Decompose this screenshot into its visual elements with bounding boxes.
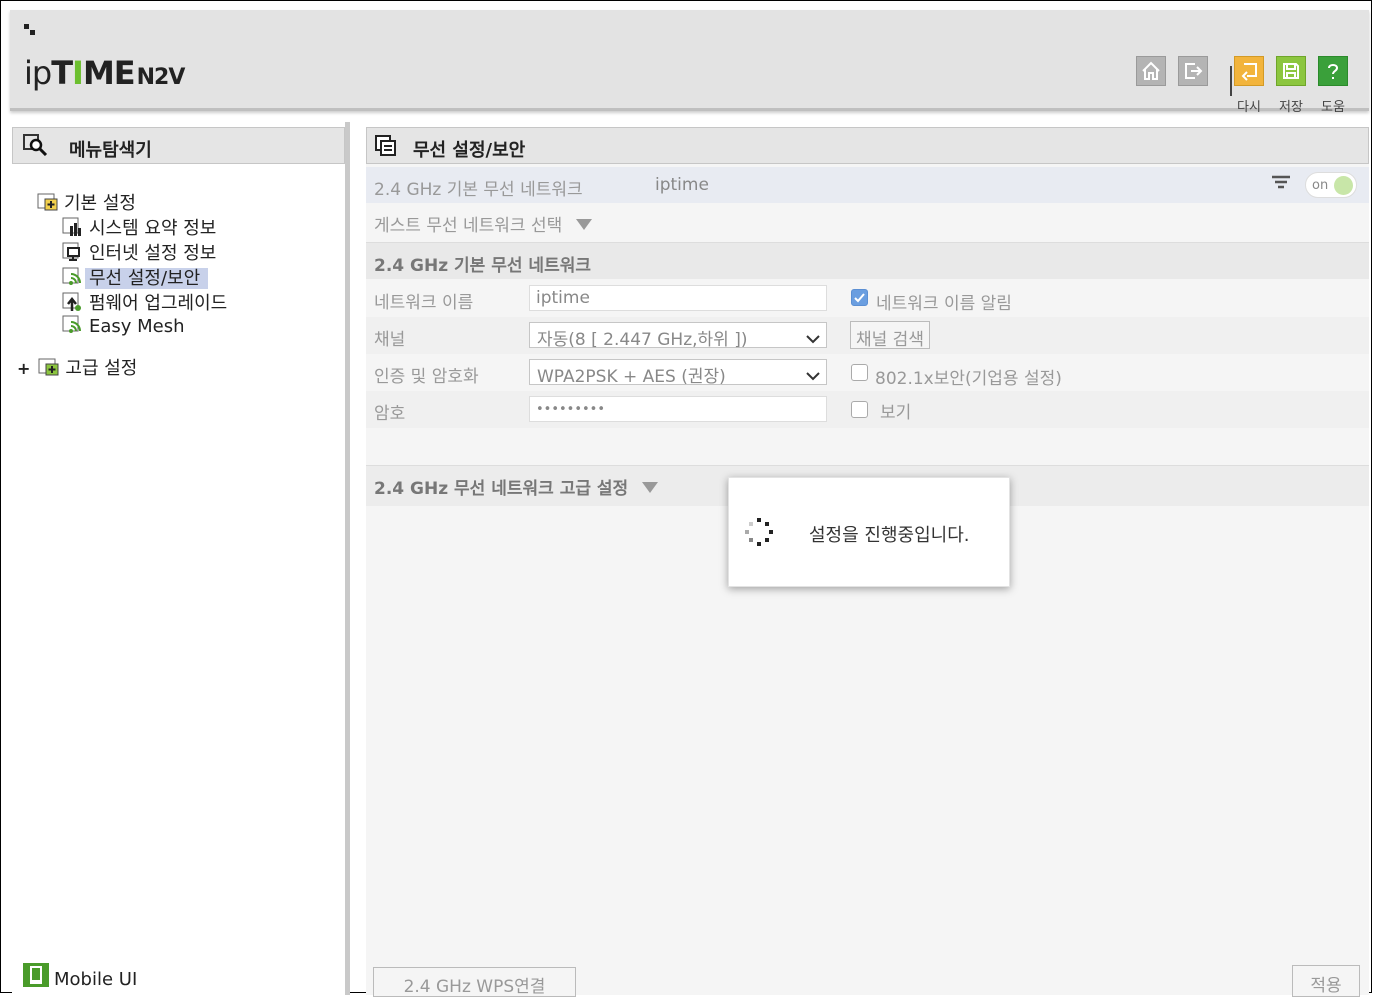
mobile-icon bbox=[23, 963, 49, 987]
logo-mark bbox=[24, 24, 44, 44]
network-name-input[interactable]: iptime bbox=[529, 285, 827, 311]
logout-button[interactable] bbox=[1178, 56, 1208, 86]
auth-select[interactable]: WPA2PSK + AES (권장) bbox=[529, 359, 827, 387]
password-row: 암호 ••••••••• 보기 bbox=[366, 391, 1369, 428]
sidebar-splitter[interactable] bbox=[345, 122, 350, 995]
main-header: 무선 설정/보안 bbox=[366, 127, 1369, 164]
show-password-label: 보기 bbox=[880, 403, 912, 423]
save-button[interactable] bbox=[1276, 56, 1306, 86]
help-icon bbox=[1328, 64, 1339, 79]
wireless-toggle[interactable]: on bbox=[1305, 172, 1357, 198]
tree-item-internet-info[interactable]: 인터넷 설정 정보 bbox=[62, 239, 216, 265]
header-separator bbox=[1230, 66, 1232, 96]
expand-toggle[interactable]: + bbox=[17, 359, 30, 378]
toggle-knob bbox=[1334, 176, 1353, 195]
search-icon bbox=[23, 134, 49, 160]
logout-icon bbox=[1185, 63, 1203, 79]
mobile-ui-link[interactable]: Mobile UI bbox=[22, 962, 137, 990]
retry-button[interactable] bbox=[1234, 56, 1264, 86]
password-input[interactable]: ••••••••• bbox=[529, 396, 827, 422]
tree-item-system-summary[interactable]: 시스템 요약 정보 bbox=[62, 214, 216, 240]
menu-explorer-header: 메뉴탐색기 bbox=[12, 127, 345, 164]
guest-network-select[interactable]: 게스트 무선 네트워크 선택 bbox=[366, 205, 1369, 241]
folder-icon bbox=[38, 357, 60, 377]
page-title: 무선 설정/보안 bbox=[413, 140, 526, 161]
auth-row: 인증 및 암호화 WPA2PSK + AES (권장) 802.1x보안(기업용… bbox=[366, 354, 1369, 391]
wifi-icon bbox=[62, 267, 84, 287]
network-name-row: 네트워크 이름 iptime 네트워크 이름 알림 bbox=[366, 280, 1369, 317]
channel-row: 채널 자동(8 [ 2.447 GHz,하위 ]) 채널 검색 bbox=[366, 317, 1369, 354]
enterprise-label: 802.1x보안(기업용 설정) bbox=[875, 369, 1062, 389]
help-button[interactable] bbox=[1318, 56, 1348, 86]
home-icon bbox=[1142, 61, 1160, 80]
chevron-down-icon bbox=[806, 329, 820, 349]
save-icon bbox=[1283, 63, 1299, 79]
upgrade-icon bbox=[62, 292, 84, 312]
top-header: ipTIMEN2V 다시 저장 도움 bbox=[10, 10, 1369, 115]
help-label: 도움 bbox=[1321, 100, 1345, 115]
monitor-icon bbox=[62, 242, 84, 262]
chevron-down-icon bbox=[806, 366, 820, 386]
iptime-logo: ipTIMEN2V bbox=[24, 54, 185, 92]
network-selector-bar[interactable]: 2.4 GHz 기본 무선 네트워크 iptime on bbox=[366, 167, 1369, 203]
channel-scan-button[interactable]: 채널 검색 bbox=[850, 321, 930, 350]
channel-select[interactable]: 자동(8 [ 2.447 GHz,하위 ]) bbox=[529, 322, 827, 350]
band-label: 2.4 GHz 기본 무선 네트워크 bbox=[374, 180, 583, 200]
broadcast-checkbox[interactable] bbox=[851, 289, 868, 306]
tree-group-advanced[interactable]: + 고급 설정 bbox=[17, 354, 137, 380]
home-button[interactable] bbox=[1136, 56, 1166, 86]
loading-spinner-icon bbox=[745, 518, 773, 546]
folder-icon bbox=[37, 192, 59, 212]
wps-connect-button[interactable]: 2.4 GHz WPS연결 bbox=[373, 967, 576, 997]
retry-icon bbox=[1241, 63, 1257, 81]
ssid-label: iptime bbox=[655, 175, 709, 195]
save-label: 저장 bbox=[1279, 100, 1303, 115]
broadcast-label: 네트워크 이름 알림 bbox=[876, 294, 1012, 314]
tree-item-easy-mesh[interactable]: Easy Mesh bbox=[62, 315, 185, 337]
enterprise-checkbox[interactable] bbox=[851, 364, 868, 381]
tree-item-firmware-upgrade[interactable]: 펌웨어 업그레이드 bbox=[62, 289, 227, 315]
loading-message: 설정을 진행중입니다. bbox=[809, 525, 970, 546]
retry-label: 다시 bbox=[1237, 100, 1261, 115]
window-icon bbox=[375, 135, 397, 161]
menu-explorer-title: 메뉴탐색기 bbox=[69, 140, 152, 161]
loading-dialog: 설정을 진행중입니다. bbox=[728, 477, 1010, 587]
filter-icon[interactable] bbox=[1271, 174, 1291, 196]
basic-network-section-header: 2.4 GHz 기본 무선 네트워크 bbox=[366, 242, 1369, 279]
tree-item-wireless-security[interactable]: 무선 설정/보안 bbox=[62, 264, 209, 290]
dropdown-arrow-icon bbox=[576, 219, 593, 230]
apply-button[interactable]: 적용 bbox=[1292, 965, 1360, 997]
tree-group-basic[interactable]: 기본 설정 bbox=[37, 189, 136, 215]
dropdown-arrow-icon bbox=[642, 482, 659, 493]
show-password-checkbox[interactable] bbox=[851, 401, 868, 418]
menu-explorer: 메뉴탐색기 기본 설정 시스템 요약 정보 인터넷 설정 정보 무선 설정/보안… bbox=[12, 127, 345, 995]
wifi-icon bbox=[62, 315, 84, 335]
chart-icon bbox=[62, 217, 84, 237]
